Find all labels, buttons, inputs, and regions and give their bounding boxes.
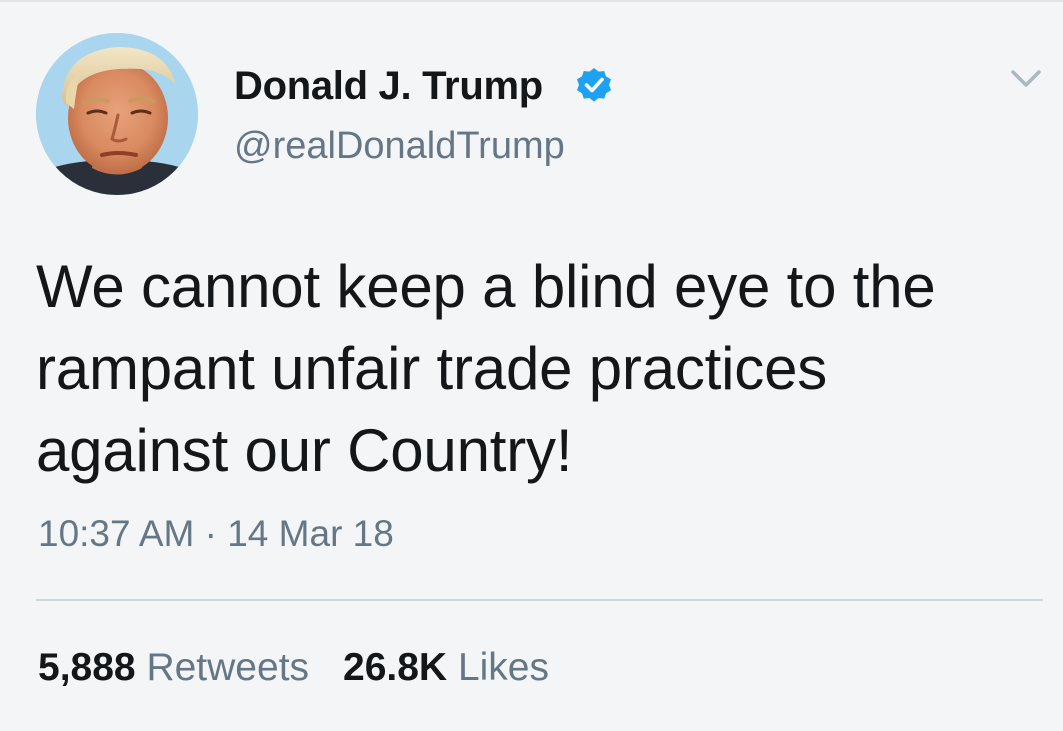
display-name[interactable]: Donald J. Trump <box>234 64 543 108</box>
avatar[interactable] <box>36 33 198 195</box>
tweet-text-line: against our Country! <box>36 417 573 484</box>
verified-badge-icon <box>577 68 611 102</box>
timestamp-separator: · <box>204 513 217 554</box>
tweet-text-line: We cannot keep a blind eye to the <box>36 253 936 320</box>
timestamp[interactable]: 10:37 AM · 14 Mar 18 <box>38 512 394 556</box>
likes-label: Likes <box>457 646 549 689</box>
likes-count: 26.8K <box>343 646 448 689</box>
tweet-time: 10:37 AM <box>38 513 195 554</box>
retweets-label: Retweets <box>146 646 310 689</box>
tweet-card: Donald J. Trump @realDonaldTrump We cann… <box>0 0 1063 731</box>
tweet-text: We cannot keep a blind eye to the rampan… <box>36 246 1036 492</box>
chevron-down-icon[interactable] <box>1009 64 1043 92</box>
likes-stat[interactable]: 26.8K Likes <box>343 646 549 689</box>
user-handle[interactable]: @realDonaldTrump <box>234 124 565 168</box>
tweet-text-line: rampant unfair trade practices <box>36 335 828 402</box>
tweet-date: 14 Mar 18 <box>227 513 394 554</box>
engagement-stats: 5,888 Retweets 26.8K Likes <box>38 645 549 691</box>
retweets-count: 5,888 <box>38 646 136 689</box>
avatar-photo <box>36 33 198 195</box>
divider <box>36 599 1043 601</box>
retweets-stat[interactable]: 5,888 Retweets <box>38 646 309 689</box>
